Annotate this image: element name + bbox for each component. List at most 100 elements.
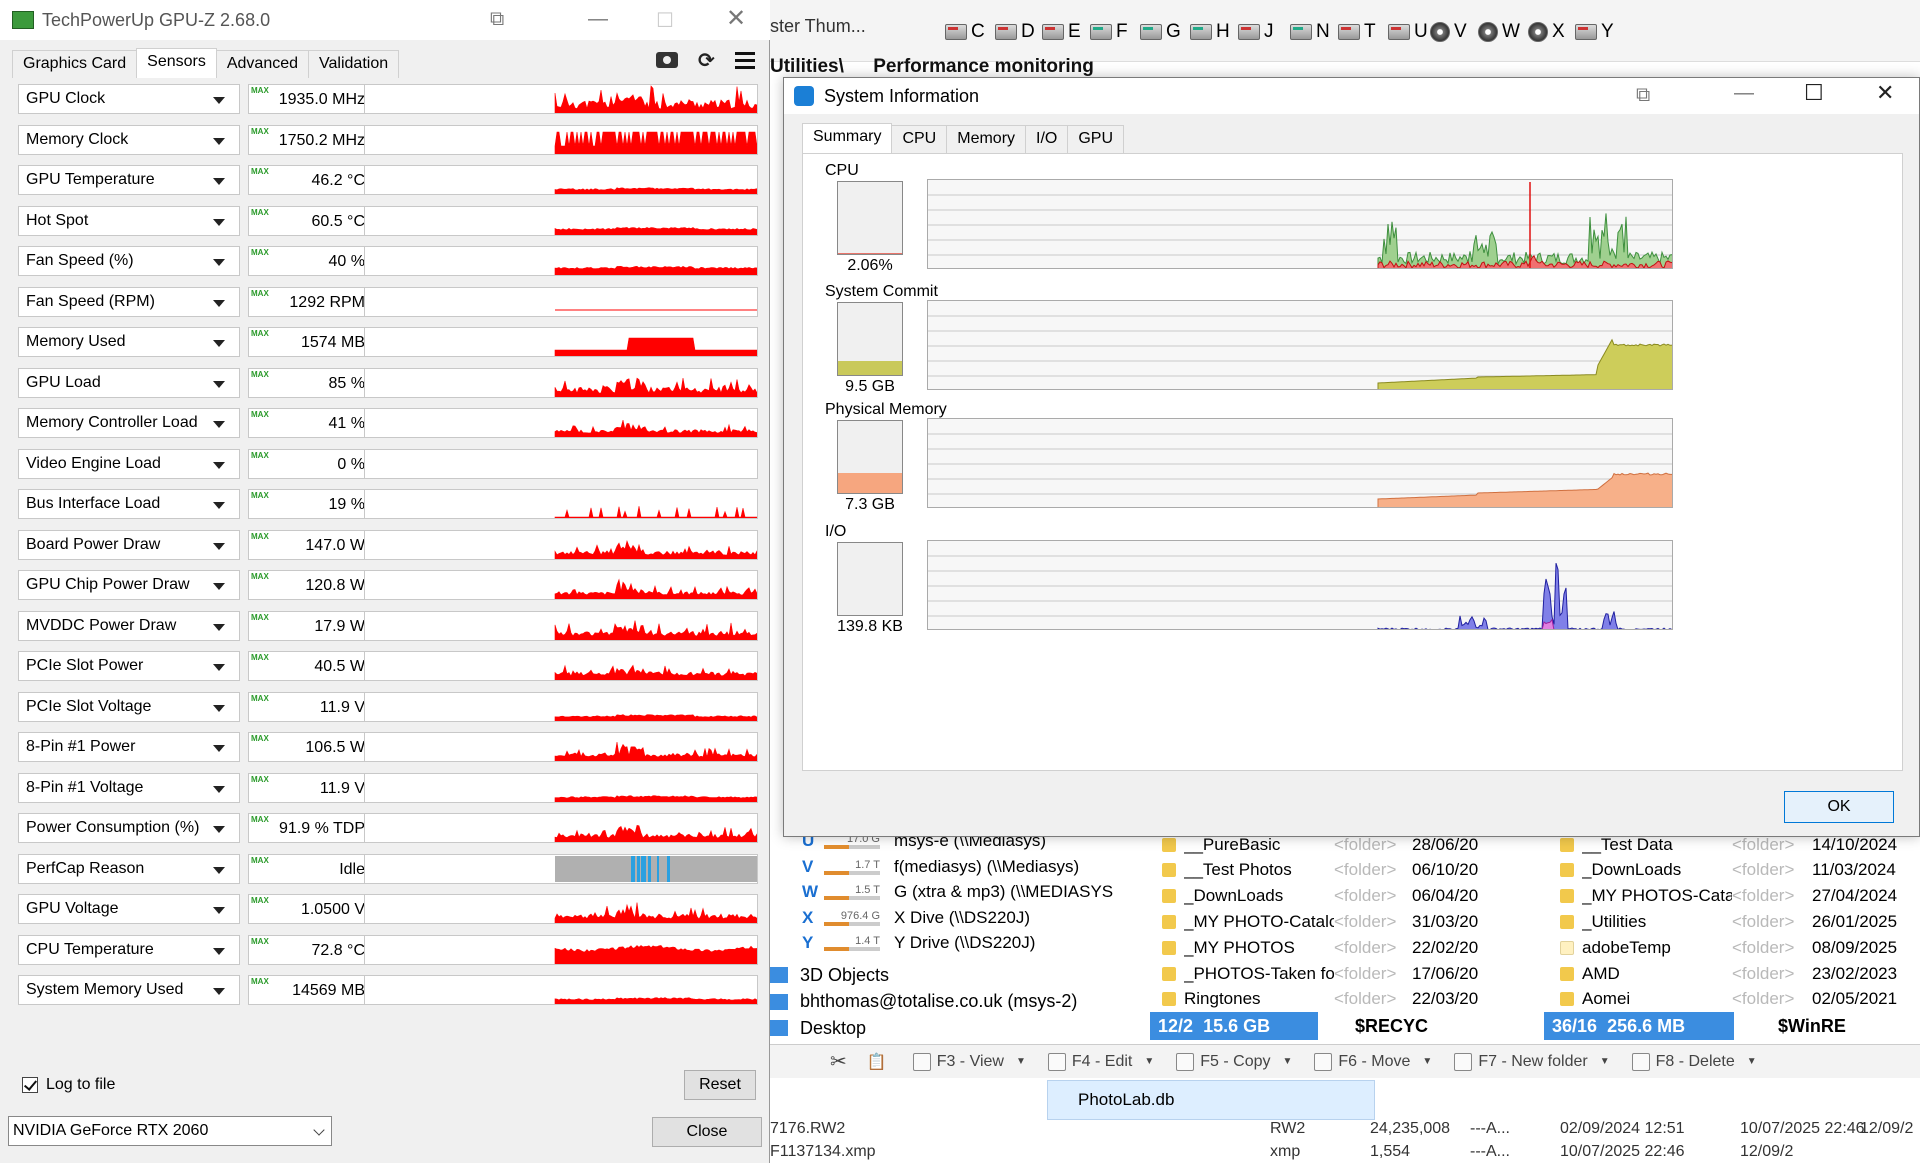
- photolab-tab[interactable]: PhotoLab.db: [1047, 1080, 1375, 1120]
- tab-sensors[interactable]: Sensors: [136, 48, 217, 78]
- right-status-name[interactable]: $WinRE: [1778, 1016, 1846, 1037]
- toolbar-button-4[interactable]: F4 - Edit ▼: [1047, 1052, 1154, 1071]
- drive-button-v[interactable]: V: [1430, 20, 1467, 44]
- sensor-name-dropdown[interactable]: Board Power Draw: [18, 529, 240, 560]
- sensor-name-dropdown[interactable]: Power Consumption (%): [18, 813, 240, 843]
- sensor-name-dropdown[interactable]: 8-Pin #1 Voltage: [18, 772, 240, 803]
- hamburger-menu-icon[interactable]: [734, 52, 755, 73]
- tab-validation[interactable]: Validation: [308, 50, 400, 78]
- sensor-name-dropdown[interactable]: System Memory Used: [18, 975, 240, 1005]
- sensor-name-dropdown[interactable]: PerfCap Reason: [18, 853, 240, 884]
- chevron-down-icon[interactable]: ▼: [1747, 1056, 1757, 1067]
- sensor-name-dropdown[interactable]: GPU Voltage: [18, 894, 240, 924]
- folder-row[interactable]: adobeTemp <folder> 08/09/2025: [1560, 935, 1897, 960]
- folder-row[interactable]: _MY PHOTOS <folder> 22/02/20: [1162, 935, 1478, 960]
- chevron-down-icon[interactable]: ▼: [1422, 1056, 1432, 1067]
- folder-row[interactable]: _PHOTOS-Taken for D<folder> 17/06/20: [1162, 961, 1478, 986]
- sensor-name-dropdown[interactable]: Fan Speed (%): [18, 246, 240, 276]
- camera-icon[interactable]: [656, 52, 678, 68]
- sensor-name-dropdown[interactable]: 8-Pin #1 Power: [18, 732, 240, 762]
- cut-icon[interactable]: ✂: [830, 1049, 847, 1074]
- left-status-name[interactable]: $RECYC: [1355, 1016, 1428, 1037]
- close-icon[interactable]: ✕: [1876, 80, 1894, 106]
- left-status-bar[interactable]: 12/2 15.6 GB: [1150, 1012, 1318, 1040]
- sensor-name-dropdown[interactable]: Hot Spot: [18, 205, 240, 236]
- sensor-name-dropdown[interactable]: Video Engine Load: [18, 448, 240, 479]
- right-status-bar[interactable]: 36/16 256.6 MB: [1544, 1012, 1734, 1040]
- chevron-down-icon[interactable]: ▼: [1016, 1056, 1026, 1067]
- reset-button[interactable]: Reset: [684, 1070, 756, 1100]
- sensor-name-dropdown[interactable]: Bus Interface Load: [18, 489, 240, 519]
- sensor-name-dropdown[interactable]: PCIe Slot Voltage: [18, 691, 240, 722]
- tree-item[interactable]: Desktop: [770, 1015, 866, 1041]
- sensor-name-dropdown[interactable]: CPU Temperature: [18, 934, 240, 965]
- toolbar-button-3[interactable]: F3 - View ▼: [912, 1052, 1026, 1071]
- log-to-file-checkbox[interactable]: Log to file: [22, 1076, 115, 1094]
- checkbox-checked-icon[interactable]: [22, 1077, 38, 1093]
- sensor-name-dropdown[interactable]: Memory Controller Load: [18, 408, 240, 438]
- folder-row[interactable]: _MY PHOTO-Catalogs<folder> 31/03/20: [1162, 909, 1478, 934]
- sensor-name-dropdown[interactable]: Memory Used: [18, 327, 240, 357]
- sensor-name-dropdown[interactable]: GPU Chip Power Draw: [18, 570, 240, 600]
- chevron-down-icon[interactable]: ▼: [1283, 1056, 1293, 1067]
- toolbar-button-6[interactable]: F6 - Move ▼: [1314, 1052, 1432, 1071]
- toolbar-button-7[interactable]: F7 - New folder ▼: [1454, 1052, 1610, 1071]
- tab-gpu[interactable]: GPU: [1067, 125, 1125, 153]
- drive-row[interactable]: Y 1.4 T Y Drive (\\DS220J): [802, 930, 1035, 956]
- drive-button-d[interactable]: D: [995, 20, 1035, 44]
- folder-row[interactable]: __Test Photos <folder> 06/10/20: [1162, 858, 1478, 883]
- folder-row[interactable]: _DownLoads <folder> 06/04/20: [1162, 884, 1478, 909]
- tab-graphics-card[interactable]: Graphics Card: [12, 50, 138, 78]
- drive-button-c[interactable]: C: [945, 20, 985, 44]
- sensor-name-dropdown[interactable]: Memory Clock: [18, 124, 240, 155]
- sysinfo-title-bar[interactable]: System Information ⧉ — ☐ ✕: [784, 78, 1919, 114]
- drive-button-w[interactable]: W: [1478, 20, 1520, 44]
- refresh-icon[interactable]: ⟳: [698, 48, 715, 73]
- sensor-name-dropdown[interactable]: GPU Clock: [18, 84, 240, 114]
- tab-cpu[interactable]: CPU: [891, 125, 948, 153]
- minimize-button[interactable]: —: [1734, 82, 1754, 105]
- drive-button-g[interactable]: G: [1140, 20, 1181, 44]
- gpu-select-dropdown[interactable]: NVIDIA GeForce RTX 2060: [8, 1116, 332, 1146]
- toolbar-button-5[interactable]: F5 - Copy ▼: [1176, 1052, 1293, 1071]
- tab-memory[interactable]: Memory: [946, 125, 1027, 153]
- drive-button-e[interactable]: E: [1042, 20, 1081, 44]
- path-part[interactable]: Utilities\: [770, 56, 844, 77]
- snap-icon[interactable]: ⧉: [1636, 84, 1650, 107]
- maximize-button[interactable]: ☐: [1804, 80, 1824, 106]
- folder-row[interactable]: Aomei <folder> 02/05/2021: [1560, 987, 1897, 1012]
- drive-button-t[interactable]: T: [1338, 20, 1376, 44]
- close-icon[interactable]: ✕: [726, 4, 746, 33]
- drive-button-y[interactable]: Y: [1575, 20, 1614, 44]
- chevron-down-icon[interactable]: ▼: [1144, 1056, 1154, 1067]
- thumbnail-tab[interactable]: ster Thum...: [770, 16, 866, 37]
- sensor-name-dropdown[interactable]: MVDDC Power Draw: [18, 610, 240, 641]
- folder-row[interactable]: _MY PHOTOS-Catal <folder> 27/04/2024: [1560, 884, 1897, 909]
- sensor-name-dropdown[interactable]: GPU Load: [18, 367, 240, 398]
- drive-button-f[interactable]: F: [1090, 20, 1128, 44]
- drive-button-x[interactable]: X: [1528, 20, 1565, 44]
- folder-row[interactable]: _Utilities <folder> 26/01/2025: [1560, 909, 1897, 934]
- drive-row[interactable]: X 976.4 G X Dive (\\DS220J): [802, 905, 1030, 931]
- toolbar-button-8[interactable]: F8 - Delete ▼: [1631, 1052, 1757, 1071]
- ok-button[interactable]: OK: [1784, 791, 1894, 823]
- close-button[interactable]: Close: [652, 1117, 762, 1147]
- chevron-down-icon[interactable]: ▼: [1600, 1056, 1610, 1067]
- path-part[interactable]: Performance monitoring: [873, 56, 1094, 77]
- tree-item[interactable]: 3D Objects: [770, 962, 889, 988]
- minimize-button[interactable]: —: [588, 8, 608, 31]
- sensor-name-dropdown[interactable]: Fan Speed (RPM): [18, 286, 240, 317]
- drive-button-j[interactable]: J: [1238, 20, 1274, 44]
- folder-row[interactable]: _DownLoads <folder> 11/03/2024: [1560, 858, 1896, 883]
- drive-button-h[interactable]: H: [1190, 20, 1230, 44]
- drive-button-u[interactable]: U: [1388, 20, 1428, 44]
- drive-button-n[interactable]: N: [1290, 20, 1330, 44]
- tree-item[interactable]: bhthomas@totalise.co.uk (msys-2): [770, 989, 1077, 1015]
- tab-i-o[interactable]: I/O: [1025, 125, 1069, 153]
- tab-summary[interactable]: Summary: [802, 123, 893, 153]
- snap-icon[interactable]: ⧉: [490, 8, 504, 31]
- clipboard-icon[interactable]: 📋: [867, 1052, 887, 1072]
- sensor-name-dropdown[interactable]: GPU Temperature: [18, 165, 240, 195]
- drive-row[interactable]: V 1.7 T f(mediasys) (\\Mediasys): [802, 854, 1079, 880]
- gpuz-title-bar[interactable]: TechPowerUp GPU-Z 2.68.0 ⧉ — ☐ ✕: [0, 0, 770, 40]
